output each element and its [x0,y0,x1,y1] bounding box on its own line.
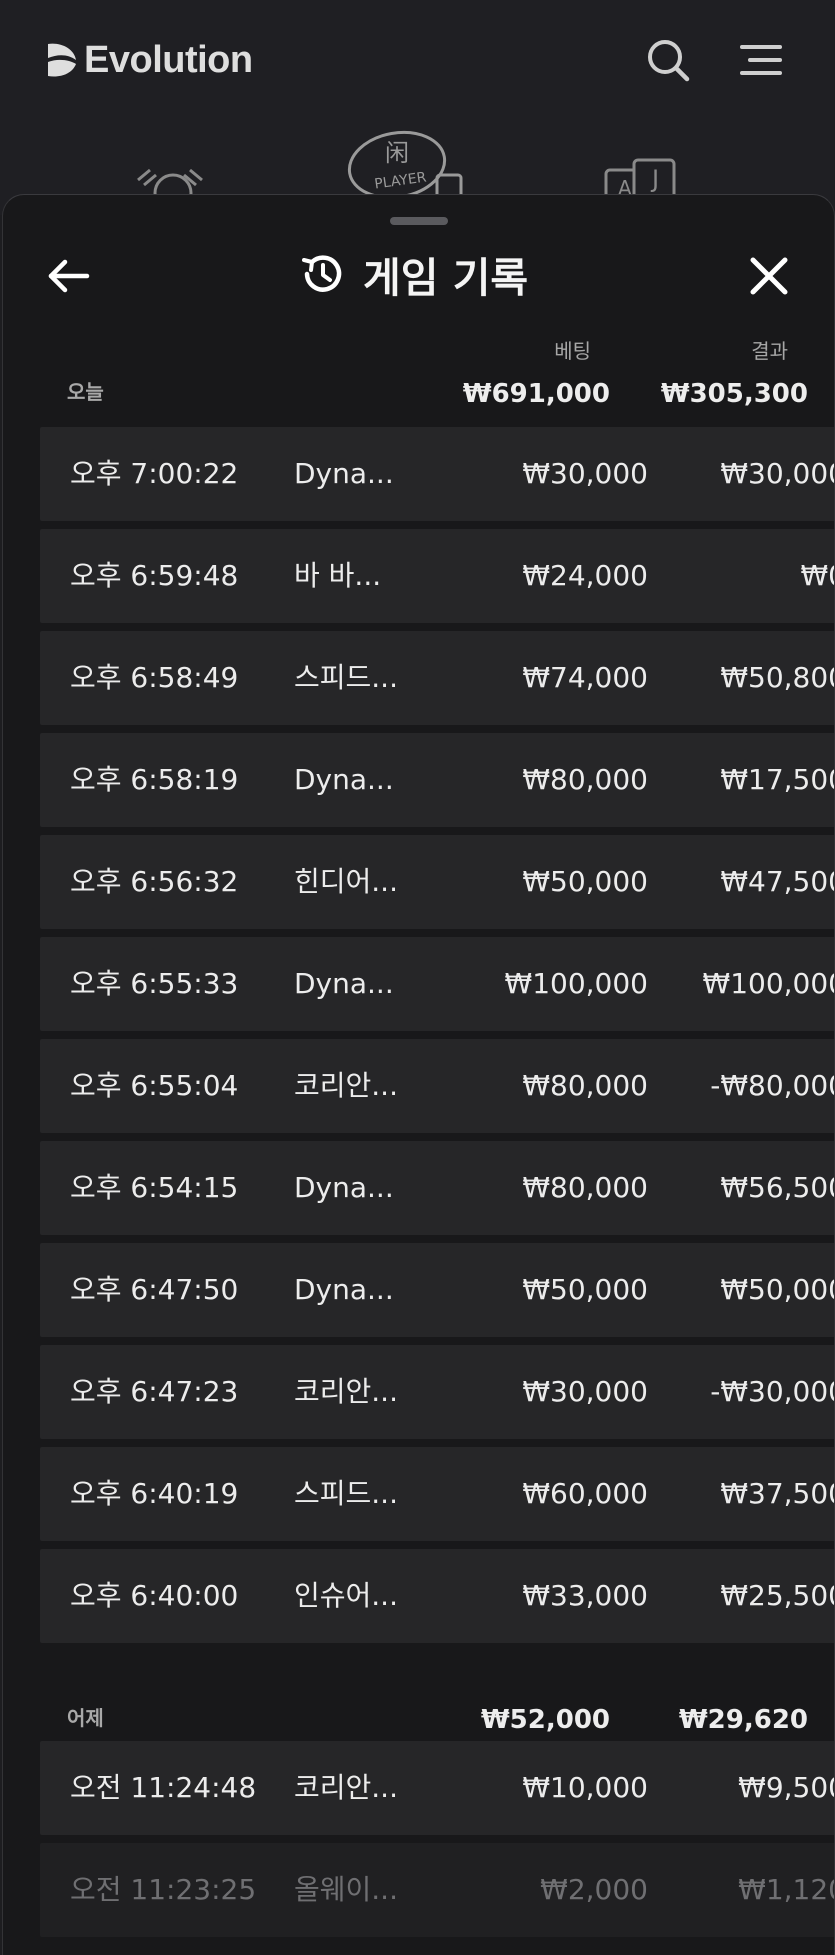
arrow-left-icon[interactable] [43,250,95,302]
section-header-today: 오늘 ₩691,000 ₩305,300 [3,365,834,409]
row-time: 오후 7:00:22 [70,457,239,490]
player-badge-char: 闲 [385,139,409,167]
history-row[interactable]: 오전 11:23:25 올웨이... ₩2,000 ₩1,120 [40,1843,834,1937]
history-row[interactable]: 오후 6:59:48 바 바... ₩24,000 ₩0 [40,529,834,623]
evolution-logo-mark-icon [48,43,76,77]
page-title: 게임 기록 [363,254,529,302]
row-bet: ₩30,000 [522,1375,648,1408]
row-time: 오후 6:58:19 [70,763,239,796]
row-bet: ₩50,000 [522,865,648,898]
row-time: 오후 6:56:32 [70,865,239,898]
close-icon[interactable] [743,250,795,302]
history-row[interactable]: 오후 6:58:19 Dyna... ₩80,000 ₩17,500 [40,733,834,827]
row-time: 오후 6:54:15 [70,1171,239,1204]
row-result: -₩30,000 [710,1375,835,1408]
history-row[interactable]: 오전 11:24:48 코리안... ₩10,000 ₩9,500 [40,1741,834,1835]
row-result: -₩80,000 [710,1069,835,1102]
row-bet: ₩30,000 [522,457,648,490]
row-time: 오후 6:55:04 [70,1069,239,1102]
app-header: Evolution 闲 PLAYER A J [0,0,835,215]
row-time: 오후 6:55:33 [70,967,239,1000]
row-time: 오후 6:40:19 [70,1477,239,1510]
menu-icon[interactable] [738,36,786,84]
row-bet: ₩50,000 [522,1273,648,1306]
history-row[interactable]: 오후 6:40:19 스피드... ₩60,000 ₩37,500 [40,1447,834,1541]
history-row[interactable]: 오후 6:47:23 코리안... ₩30,000 -₩30,000 [40,1345,834,1439]
row-result: ₩56,500 [720,1171,835,1204]
section-total-result: ₩29,620 [678,1705,808,1735]
row-result: ₩50,800 [720,661,835,694]
section-header-yesterday: 어제 ₩52,000 ₩29,620 [3,1691,834,1735]
sheet-drag-handle[interactable] [390,217,448,225]
section-total-result: ₩305,300 [660,379,808,409]
row-result: ₩17,500 [720,763,835,796]
row-time: 오후 6:47:50 [70,1273,239,1306]
brand-name: Evolution [84,38,253,81]
row-bet: ₩80,000 [522,1171,648,1204]
column-header-bet: 베팅 [554,339,591,363]
row-time: 오후 6:47:23 [70,1375,239,1408]
section-total-bet: ₩691,000 [462,379,610,409]
row-result: ₩25,500 [720,1579,835,1612]
history-icon [302,255,342,292]
row-result: ₩100,000 [702,967,835,1000]
row-result: ₩37,500 [720,1477,835,1510]
history-row[interactable]: 오후 6:47:50 Dyna... ₩50,000 ₩50,000 [40,1243,834,1337]
row-result: ₩50,000 [720,1273,835,1306]
history-row[interactable]: 오후 6:55:04 코리안... ₩80,000 -₩80,000 [40,1039,834,1133]
row-result: ₩1,120 [738,1873,834,1906]
section-total-bet: ₩52,000 [480,1705,610,1735]
row-time: 오후 6:40:00 [70,1579,239,1612]
evolution-logo[interactable]: Evolution [46,38,253,82]
row-time: 오전 11:23:25 [70,1873,257,1906]
row-bet: ₩80,000 [522,763,648,796]
row-bet: ₩24,000 [522,559,648,592]
history-row[interactable]: 오후 6:54:15 Dyna... ₩80,000 ₩56,500 [40,1141,834,1235]
row-result: ₩47,500 [720,865,835,898]
section-day-label: 어제 [67,1706,104,1730]
row-result: ₩0 [800,559,835,592]
history-row[interactable]: 오후 6:56:32 힌디어... ₩50,000 ₩47,500 [40,835,834,929]
row-time: 오후 6:58:49 [70,661,239,694]
history-row[interactable]: 오후 6:58:49 스피드... ₩74,000 ₩50,800 [40,631,834,725]
sheet-header: 게임 기록 [299,243,528,305]
row-bet: ₩74,000 [522,661,648,694]
card-letter-j: J [650,165,659,193]
row-bet: ₩2,000 [540,1873,648,1906]
row-bet: ₩100,000 [504,967,648,1000]
row-bet: ₩80,000 [522,1069,648,1102]
history-row[interactable]: 오후 6:40:00 인슈어... ₩33,000 ₩25,500 [40,1549,834,1643]
row-result: ₩30,000 [720,457,835,490]
row-time: 오전 11:24:48 [70,1771,257,1804]
search-icon[interactable] [644,36,692,84]
row-result: ₩9,500 [738,1771,834,1804]
game-history-sheet: 게임 기록 베팅 결과 오늘 ₩691,000 ₩305,300 오후 7:00… [2,194,835,1955]
row-bet: ₩60,000 [522,1477,648,1510]
column-header-result: 결과 [751,339,788,363]
history-row[interactable]: 오후 7:00:22 Dyna... ₩30,000 ₩30,000 [40,427,834,521]
row-time: 오후 6:59:48 [70,559,239,592]
row-bet: ₩33,000 [522,1579,648,1612]
history-row[interactable]: 오후 6:55:33 Dyna... ₩100,000 ₩100,000 [40,937,834,1031]
section-day-label: 오늘 [67,380,104,404]
row-bet: ₩10,000 [522,1771,648,1804]
